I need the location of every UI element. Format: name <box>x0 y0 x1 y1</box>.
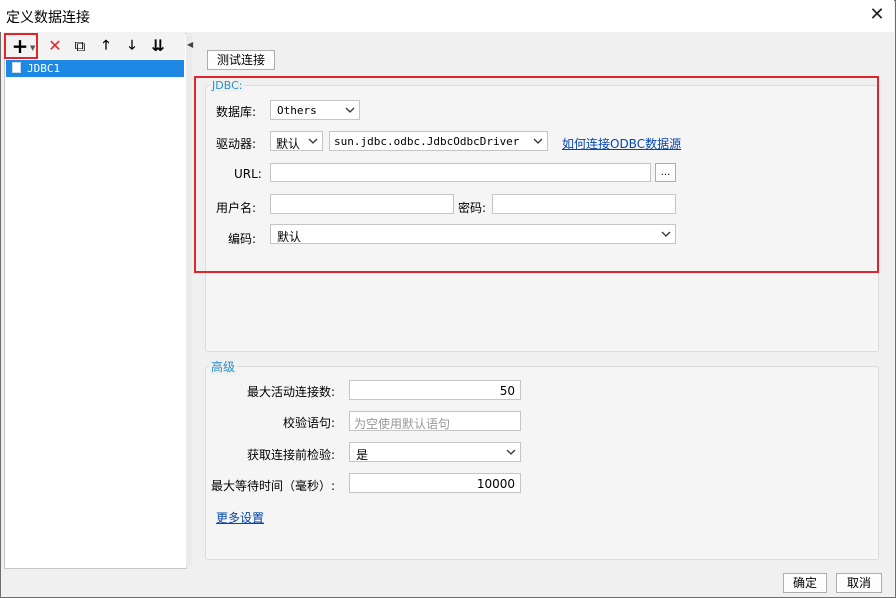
validation-query-input[interactable]: 为空使用默认语句 <box>349 411 521 431</box>
validation-query-placeholder: 为空使用默认语句 <box>354 417 451 431</box>
test-before-label: 获取连接前检验: <box>247 448 336 462</box>
test-connection-button[interactable]: 测试连接 <box>207 50 275 70</box>
window-title: 定义数据连接 <box>6 10 90 26</box>
max-wait-value: 10000 <box>476 477 515 491</box>
ok-button[interactable]: 确定 <box>783 573 827 593</box>
move-down-icon[interactable]: 🡓 <box>122 36 142 56</box>
cancel-button[interactable]: 取消 <box>836 573 882 593</box>
sort-icon[interactable]: ⇊ <box>148 36 168 56</box>
max-wait-input[interactable]: 10000 <box>349 473 521 493</box>
test-before-value: 是 <box>356 448 369 462</box>
validation-query-label: 校验语句: <box>283 416 336 430</box>
advanced-legend: 高级 <box>209 358 238 375</box>
tree-item-label: JDBC1 <box>27 62 61 75</box>
max-active-label: 最大活动连接数: <box>247 385 336 399</box>
close-icon[interactable]: ✕ <box>866 4 888 26</box>
database-icon <box>12 62 21 73</box>
collapse-arrow-icon[interactable]: ◀ <box>187 40 193 49</box>
test-before-select[interactable]: 是 <box>349 442 521 462</box>
max-wait-label: 最大等待时间（毫秒）: <box>211 479 336 493</box>
chevron-down-icon <box>506 449 516 455</box>
connection-list-panel <box>4 33 187 569</box>
tree-item-jdbc1[interactable]: JDBC1 <box>6 60 184 77</box>
panel-splitter[interactable] <box>186 33 192 567</box>
more-settings-link[interactable]: 更多设置 <box>216 509 264 526</box>
copy-icon[interactable]: ⧉ <box>70 36 90 56</box>
delete-icon[interactable]: ✕ <box>45 36 65 56</box>
max-active-input[interactable]: 50 <box>349 380 521 400</box>
move-up-icon[interactable]: 🡑 <box>96 36 116 56</box>
max-active-value: 50 <box>499 384 515 398</box>
jdbc-settings-highlight <box>194 76 879 273</box>
add-button-highlight <box>4 33 38 59</box>
title-bar: 定义数据连接 ✕ <box>0 0 894 32</box>
